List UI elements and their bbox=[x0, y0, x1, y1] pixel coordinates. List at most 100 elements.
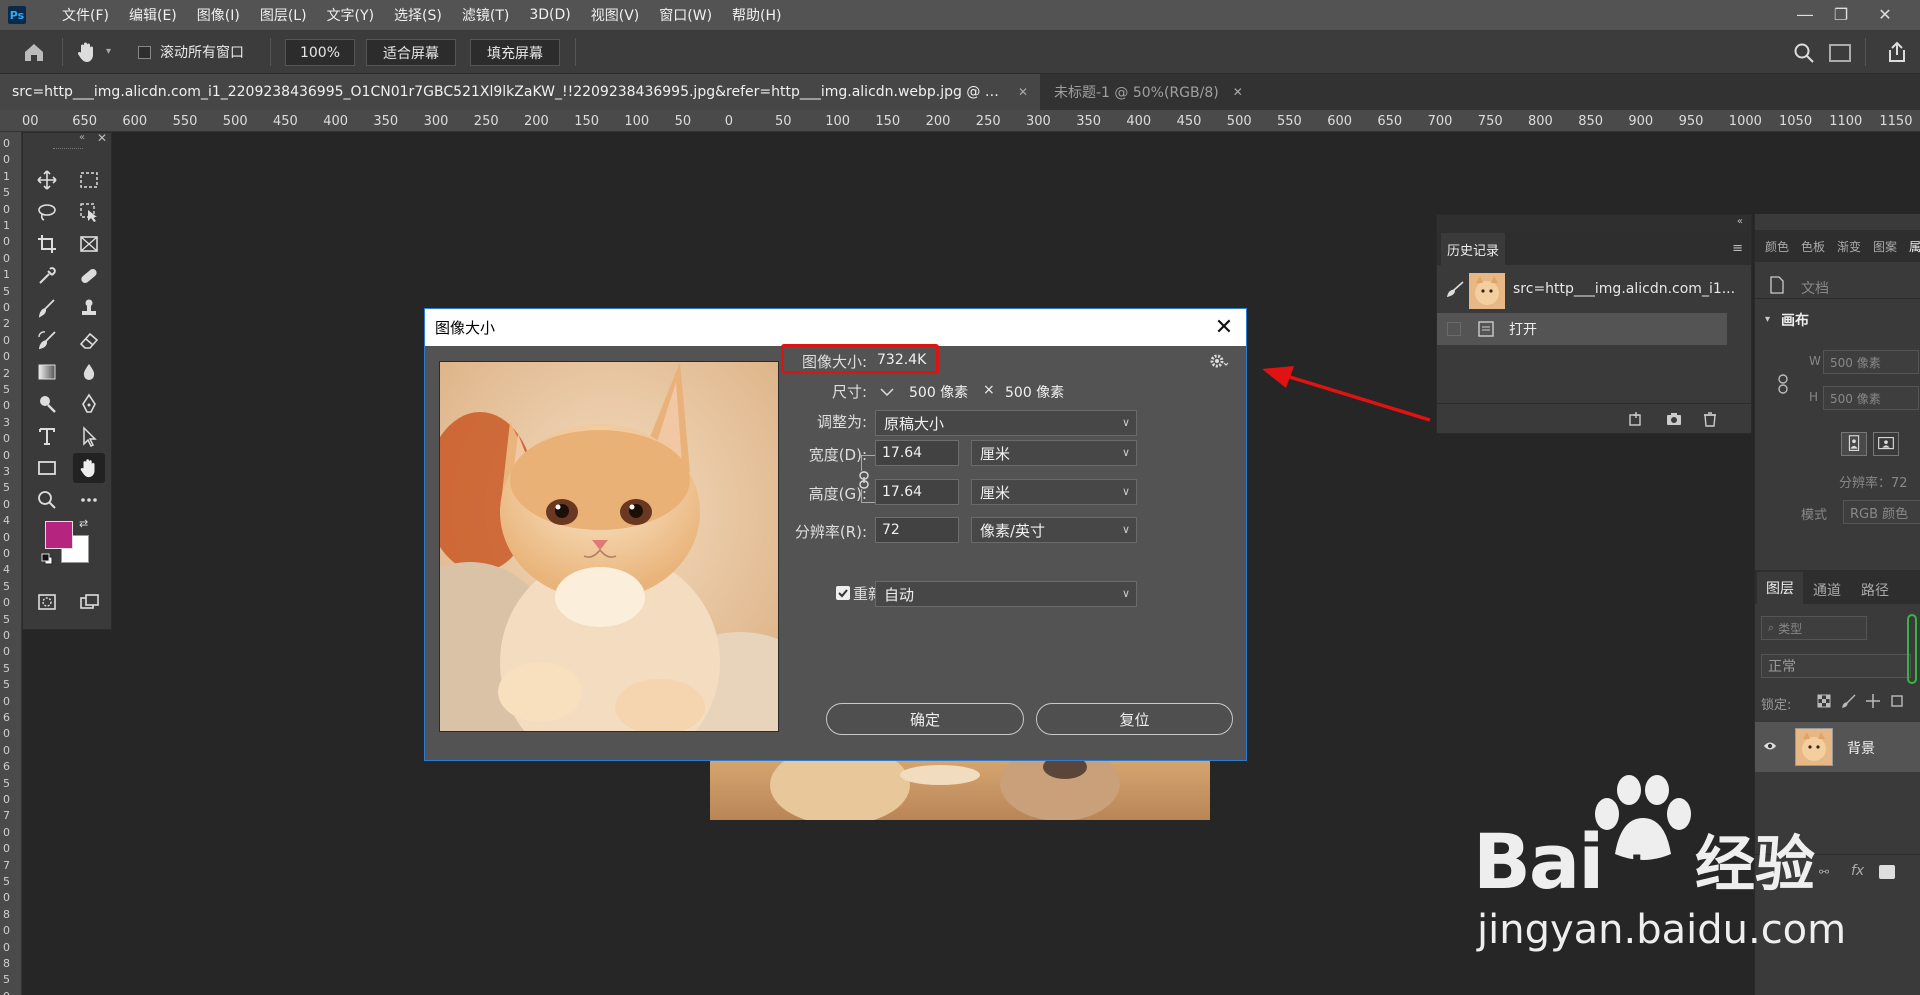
hand-tool-icon[interactable] bbox=[73, 453, 105, 483]
tab-paths[interactable]: 路径 bbox=[1861, 580, 1889, 600]
landscape-orientation-icon[interactable] bbox=[1873, 432, 1899, 456]
quick-mask-icon[interactable] bbox=[31, 587, 63, 617]
height-unit-select[interactable]: 厘米 ∨ bbox=[971, 479, 1137, 505]
swap-colors-icon[interactable]: ⇄ bbox=[79, 517, 88, 530]
menu-help[interactable]: 帮助(H) bbox=[722, 5, 791, 25]
tab-properties[interactable]: 属 bbox=[1909, 238, 1920, 255]
healing-brush-tool-icon[interactable] bbox=[73, 261, 105, 291]
share-icon[interactable] bbox=[1886, 40, 1908, 64]
lock-artboard-icon[interactable] bbox=[1889, 693, 1905, 709]
chevron-down-icon[interactable] bbox=[879, 385, 895, 399]
resolution-input[interactable]: 72 bbox=[875, 517, 959, 543]
layer-filter-select[interactable]: ⌕ 类型 bbox=[1761, 616, 1867, 640]
tab-patterns[interactable]: 图案 bbox=[1873, 238, 1897, 255]
eye-icon[interactable] bbox=[1763, 740, 1777, 752]
menu-view[interactable]: 视图(V) bbox=[581, 5, 650, 25]
history-step-checkbox[interactable] bbox=[1447, 322, 1461, 336]
collapse-icon[interactable]: « bbox=[1737, 216, 1743, 227]
zoom-tool-icon[interactable] bbox=[31, 485, 63, 515]
screen-mode-icon[interactable] bbox=[73, 587, 105, 617]
frame-tool-icon[interactable] bbox=[73, 229, 105, 259]
close-icon[interactable]: ✕ bbox=[97, 131, 107, 145]
default-colors-icon[interactable] bbox=[41, 553, 53, 565]
history-step-row[interactable]: 打开 bbox=[1437, 313, 1727, 345]
fit-screen-button[interactable]: 适合屏幕 bbox=[366, 39, 456, 66]
blend-mode-select[interactable]: 正常 bbox=[1761, 654, 1911, 678]
fit-to-select[interactable]: 原稿大小 ∨ bbox=[875, 410, 1137, 436]
type-tool-icon[interactable] bbox=[31, 421, 63, 451]
resample-checkbox[interactable] bbox=[836, 586, 850, 600]
menu-3d[interactable]: 3D(D) bbox=[519, 7, 580, 23]
menu-file[interactable]: 文件(F) bbox=[52, 5, 119, 25]
canvas-image[interactable] bbox=[710, 755, 1210, 820]
drag-handle[interactable] bbox=[53, 148, 83, 150]
menu-layer[interactable]: 图层(L) bbox=[250, 5, 317, 25]
gradient-tool-icon[interactable] bbox=[31, 357, 63, 387]
resample-select[interactable]: 自动 ∨ bbox=[875, 581, 1137, 607]
zoom-level-field[interactable]: 100% bbox=[285, 39, 355, 66]
resolution-unit-select[interactable]: 像素/英寸 ∨ bbox=[971, 517, 1137, 543]
link-icon[interactable] bbox=[1777, 374, 1789, 394]
move-tool-icon[interactable] bbox=[31, 165, 63, 195]
ok-button[interactable]: 确定 bbox=[826, 703, 1024, 735]
close-icon[interactable]: ✕ bbox=[1018, 85, 1028, 99]
menu-edit[interactable]: 编辑(E) bbox=[119, 5, 187, 25]
restore-icon[interactable]: ❐ bbox=[1824, 0, 1858, 28]
tab-document-active[interactable]: src=http___img.alicdn.com_i1_22092384369… bbox=[0, 74, 1040, 110]
tab-swatches[interactable]: 色板 bbox=[1801, 238, 1825, 255]
tab-document-untitled[interactable]: 未标题-1 @ 50%(RGB/8) ✕ bbox=[1042, 74, 1255, 110]
hand-tool-icon[interactable] bbox=[76, 40, 98, 64]
foreground-color-swatch[interactable] bbox=[45, 521, 73, 549]
portrait-orientation-icon[interactable] bbox=[1841, 432, 1867, 456]
home-icon[interactable] bbox=[22, 41, 46, 63]
close-icon[interactable]: ✕ bbox=[1233, 85, 1243, 99]
minimize-icon[interactable]: ― bbox=[1788, 0, 1822, 28]
lock-pixels-icon[interactable] bbox=[1841, 693, 1857, 709]
width-unit-select[interactable]: 厘米 ∨ bbox=[971, 440, 1137, 466]
height-input[interactable]: 17.64 bbox=[875, 479, 959, 505]
chevron-down-icon[interactable]: ▾ bbox=[1765, 314, 1770, 325]
workspace-icon[interactable] bbox=[1829, 44, 1851, 62]
reset-button[interactable]: 复位 bbox=[1036, 703, 1233, 735]
gear-icon[interactable] bbox=[1209, 353, 1229, 369]
marquee-tool-icon[interactable] bbox=[73, 165, 105, 195]
menu-window[interactable]: 窗口(W) bbox=[649, 5, 722, 25]
menu-type[interactable]: 文字(Y) bbox=[317, 5, 384, 25]
tab-history[interactable]: 历史记录 bbox=[1441, 233, 1505, 265]
tab-gradients[interactable]: 渐变 bbox=[1837, 238, 1861, 255]
path-select-tool-icon[interactable] bbox=[73, 421, 105, 451]
image-preview[interactable] bbox=[439, 361, 779, 732]
eyedropper-tool-icon[interactable] bbox=[31, 261, 63, 291]
fill-screen-button[interactable]: 填充屏幕 bbox=[470, 39, 560, 66]
lasso-tool-icon[interactable] bbox=[31, 197, 63, 227]
tab-channels[interactable]: 通道 bbox=[1813, 580, 1841, 600]
scroll-all-checkbox[interactable] bbox=[138, 46, 151, 59]
width-input[interactable]: 17.64 bbox=[875, 440, 959, 466]
history-brush-tool-icon[interactable] bbox=[31, 325, 63, 355]
brush-tool-icon[interactable] bbox=[31, 293, 63, 323]
close-icon[interactable]: ✕ bbox=[1212, 315, 1236, 340]
blur-tool-icon[interactable] bbox=[73, 357, 105, 387]
tab-color[interactable]: 颜色 bbox=[1765, 238, 1789, 255]
history-snapshot-row[interactable]: src=http___img.alicdn.com_i1... bbox=[1437, 267, 1751, 313]
trash-icon[interactable] bbox=[1701, 410, 1719, 428]
stamp-tool-icon[interactable] bbox=[73, 293, 105, 323]
layer-row-background[interactable]: 背景 bbox=[1755, 722, 1920, 772]
camera-icon[interactable] bbox=[1665, 410, 1683, 428]
chevron-down-icon[interactable]: ▾ bbox=[106, 46, 111, 57]
close-icon[interactable]: ✕ bbox=[1868, 0, 1902, 28]
panel-menu-icon[interactable]: ≡ bbox=[1732, 241, 1743, 256]
color-mode-select[interactable]: RGB 颜色 bbox=[1843, 500, 1920, 524]
more-tools-icon[interactable] bbox=[73, 485, 105, 515]
new-document-from-state-icon[interactable] bbox=[1627, 410, 1645, 428]
collapse-icon[interactable]: « bbox=[79, 132, 85, 143]
lock-transparency-icon[interactable] bbox=[1817, 694, 1831, 708]
pen-tool-icon[interactable] bbox=[73, 389, 105, 419]
menu-image[interactable]: 图像(I) bbox=[187, 5, 250, 25]
tab-layers[interactable]: 图层 bbox=[1757, 572, 1803, 604]
canvas-height-field[interactable]: 500 像素 bbox=[1823, 386, 1919, 410]
lock-position-icon[interactable] bbox=[1865, 693, 1881, 709]
history-brush-source-icon[interactable] bbox=[1445, 279, 1465, 299]
eraser-tool-icon[interactable] bbox=[73, 325, 105, 355]
menu-select[interactable]: 选择(S) bbox=[384, 5, 452, 25]
